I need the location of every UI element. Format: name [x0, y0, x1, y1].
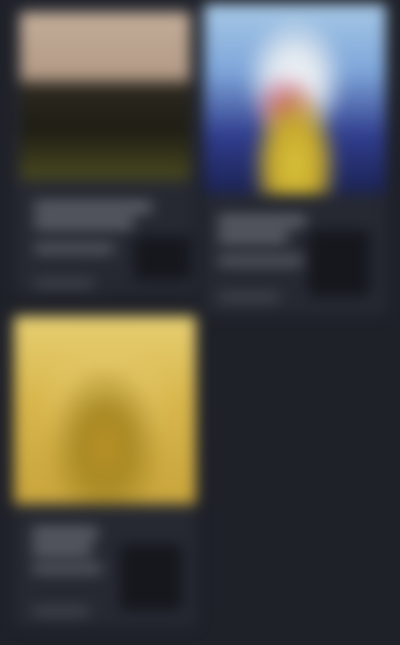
- album-card[interactable]: [14, 316, 196, 626]
- card-action-button[interactable]: [308, 230, 370, 296]
- album-meta-placeholder: [218, 294, 280, 301]
- album-meta-placeholder: [32, 608, 90, 615]
- album-grid: [0, 0, 400, 645]
- album-cover-image[interactable]: [204, 4, 386, 194]
- album-title-placeholder: [32, 528, 98, 538]
- album-title-placeholder: [218, 216, 306, 226]
- album-artist-placeholder: [34, 244, 114, 253]
- album-meta-placeholder: [34, 280, 94, 287]
- album-cover-image[interactable]: [20, 12, 190, 180]
- album-title-line2-placeholder: [34, 218, 134, 228]
- album-title-placeholder: [34, 202, 152, 212]
- album-title-line2-placeholder: [32, 544, 92, 554]
- album-artist-placeholder: [218, 256, 304, 265]
- album-artist-placeholder: [32, 564, 102, 573]
- card-action-button[interactable]: [134, 236, 190, 280]
- album-card[interactable]: [204, 4, 386, 314]
- card-action-button[interactable]: [120, 544, 182, 610]
- album-card[interactable]: [14, 4, 196, 294]
- album-title-line2-placeholder: [218, 232, 288, 242]
- album-cover-image[interactable]: [14, 316, 196, 504]
